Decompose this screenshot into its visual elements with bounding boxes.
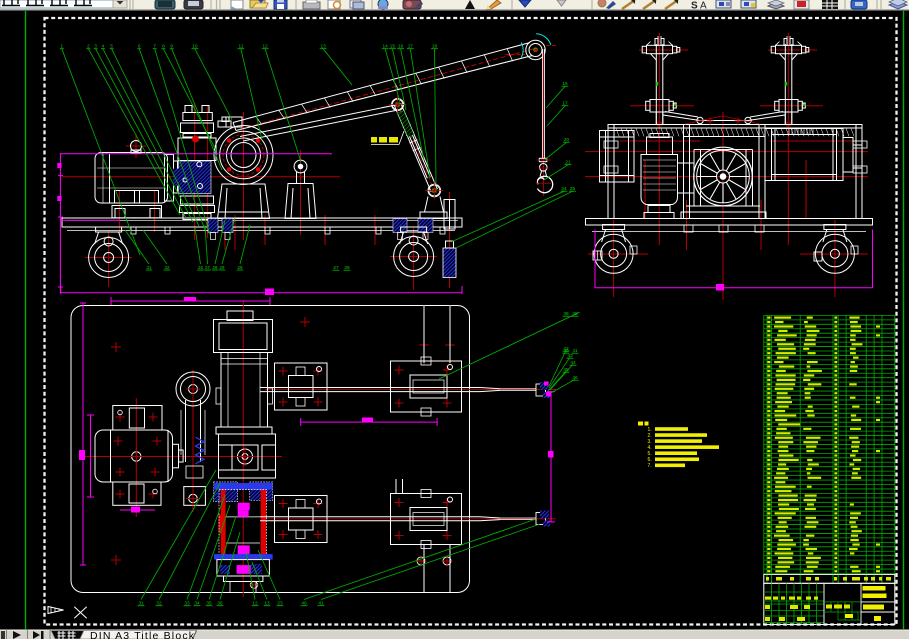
svg-text:23: 23 — [277, 601, 283, 606]
svg-text:34: 34 — [194, 601, 200, 606]
svg-text:38: 38 — [563, 311, 569, 316]
svg-text:S: S — [691, 1, 698, 12]
svg-text:17: 17 — [408, 44, 414, 49]
svg-text:41: 41 — [318, 601, 324, 606]
svg-text:27: 27 — [205, 265, 210, 270]
svg-text:1: 1 — [60, 44, 63, 49]
svg-text:17: 17 — [562, 101, 568, 106]
svg-text:29: 29 — [220, 265, 225, 270]
svg-text:DIN A3 Title Block: DIN A3 Title Block — [90, 630, 195, 639]
svg-text:12: 12 — [262, 44, 268, 49]
svg-text:31: 31 — [147, 265, 152, 270]
svg-text:9: 9 — [170, 44, 173, 49]
svg-text:29: 29 — [238, 265, 243, 270]
svg-text:2: 2 — [87, 44, 90, 49]
svg-text:40: 40 — [563, 348, 569, 353]
svg-text:5: 5 — [110, 44, 113, 49]
svg-text:33: 33 — [184, 601, 190, 606]
svg-text:16: 16 — [398, 44, 404, 49]
svg-text:41: 41 — [572, 348, 578, 353]
svg-text:6: 6 — [138, 44, 141, 49]
svg-text:32: 32 — [165, 265, 170, 270]
svg-text:10: 10 — [192, 44, 198, 49]
svg-text:7: 7 — [153, 44, 156, 49]
svg-text:35: 35 — [206, 601, 212, 606]
svg-text:18: 18 — [432, 44, 438, 49]
svg-text:15: 15 — [390, 44, 396, 49]
svg-text:12: 12 — [252, 601, 258, 606]
svg-text:28: 28 — [344, 265, 350, 270]
svg-text:24: 24 — [561, 186, 567, 191]
svg-text:13: 13 — [264, 601, 270, 606]
svg-text:8: 8 — [162, 44, 165, 49]
svg-text:13: 13 — [320, 44, 326, 49]
svg-text:4: 4 — [102, 44, 105, 49]
svg-text:20: 20 — [564, 137, 570, 142]
svg-text:39: 39 — [572, 311, 578, 316]
svg-text:16: 16 — [562, 81, 568, 86]
svg-text:31: 31 — [138, 601, 144, 606]
svg-text:3: 3 — [94, 44, 97, 49]
svg-text:40: 40 — [301, 601, 307, 606]
svg-text:25: 25 — [570, 186, 576, 191]
svg-text:27: 27 — [333, 265, 339, 270]
svg-text:32: 32 — [156, 601, 162, 606]
svg-text:14: 14 — [382, 44, 388, 49]
svg-text:21: 21 — [565, 160, 571, 165]
svg-text:11: 11 — [238, 44, 243, 49]
svg-text:A: A — [700, 1, 707, 12]
svg-text:26: 26 — [198, 265, 203, 270]
svg-text:7.: 7. — [648, 463, 652, 469]
svg-text:36: 36 — [217, 601, 223, 606]
svg-text:28: 28 — [213, 265, 218, 270]
